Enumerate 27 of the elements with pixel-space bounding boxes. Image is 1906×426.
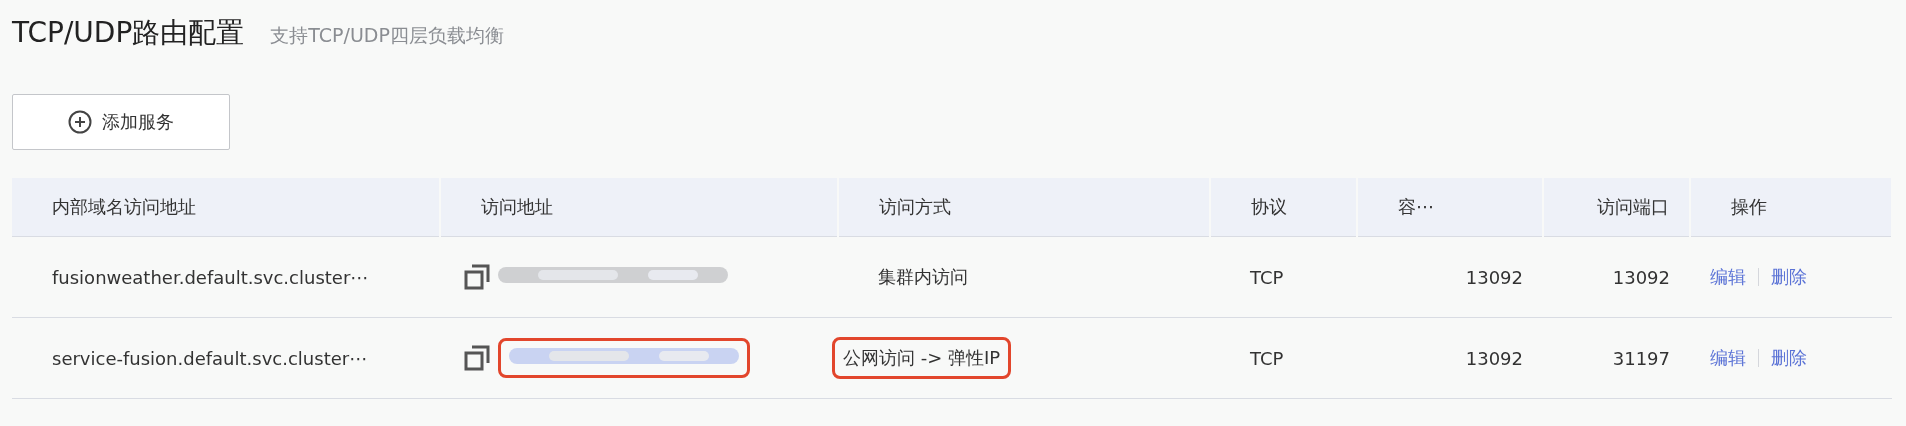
column-header: 操作 [1731, 196, 1767, 217]
action-link[interactable]: 编辑 [1710, 346, 1746, 370]
column-header: 容⋯ [1398, 196, 1434, 217]
table-cell: TCP [1250, 266, 1284, 288]
copy-icon[interactable] [464, 264, 490, 290]
add-service-button[interactable]: 添加服务 [12, 94, 230, 150]
action-link[interactable]: 编辑 [1710, 265, 1746, 289]
column-header: 访问端口 [1597, 196, 1669, 217]
table-cell: 13092 [1612, 266, 1670, 288]
table-cell: 13092 [1465, 266, 1523, 288]
column-header: 访问地址 [481, 196, 553, 217]
table-cell: 集群内访问 [878, 266, 968, 287]
plus-circle-icon [68, 110, 92, 134]
table-cell: 公网访问 -> 弹性IP [832, 337, 1012, 379]
page-subtitle: 支持TCP/UDP四层负载均衡 [270, 23, 504, 48]
table-cell: 13092 [1465, 347, 1523, 369]
table-cell: service-fusion.default.svc.cluster⋯ [52, 347, 368, 369]
action-link[interactable]: 删除 [1771, 265, 1807, 289]
table-cell: TCP [1250, 347, 1284, 369]
table-cell: fusionweather.default.svc.cluster⋯ [52, 266, 369, 288]
table-cell: 31197 [1612, 347, 1670, 369]
column-header: 内部域名访问地址 [52, 196, 196, 217]
page-title: TCP/UDP路由配置 [12, 15, 245, 51]
column-header: 协议 [1251, 196, 1287, 217]
copy-icon[interactable] [464, 345, 490, 371]
action-link[interactable]: 删除 [1771, 346, 1807, 370]
column-header: 访问方式 [879, 196, 951, 217]
